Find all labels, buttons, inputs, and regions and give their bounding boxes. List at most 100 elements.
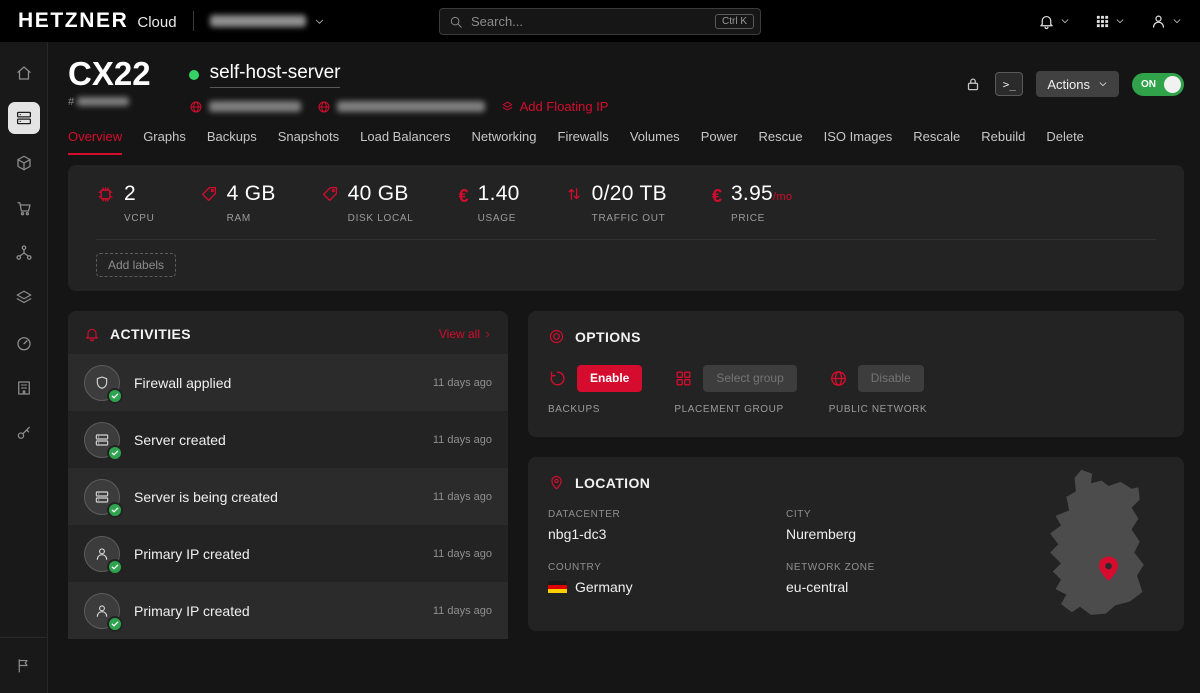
country-name: Germany — [575, 579, 633, 595]
germany-map — [1030, 467, 1168, 619]
servers-icon — [15, 109, 33, 127]
euro-icon: € — [459, 182, 469, 224]
option-label: PUBLIC NETWORK — [829, 404, 927, 415]
location-field-network-zone: NETWORK ZONE eu-central — [786, 562, 1024, 595]
ipv4-chunk — [189, 100, 301, 114]
field-label: COUNTRY — [548, 562, 786, 573]
sidebar-item-metrics[interactable] — [8, 327, 40, 359]
view-all-link[interactable]: View all — [439, 327, 492, 341]
tab-rescue[interactable]: Rescue — [759, 129, 803, 155]
actions-label: Actions — [1047, 77, 1090, 92]
ipv4-icon — [189, 100, 203, 114]
tab-load-balancers[interactable]: Load Balancers — [360, 129, 450, 155]
activity-avatar — [84, 365, 120, 401]
search-input[interactable] — [471, 14, 707, 29]
sidebar-item-support[interactable] — [8, 649, 40, 681]
option-label: PLACEMENT GROUP — [674, 404, 796, 415]
server-id: # — [68, 96, 151, 108]
search-shortcut-badge: Ctrl K — [715, 14, 754, 29]
stat-usage: € 1.40 USAGE — [459, 182, 520, 224]
tab-volumes[interactable]: Volumes — [630, 129, 680, 155]
server-controls: >_ Actions ON — [964, 57, 1184, 97]
field-value: eu-central — [786, 579, 1024, 595]
sidebar — [0, 42, 48, 693]
option-placement-group: Select group PLACEMENT GROUP — [674, 364, 796, 415]
search-box[interactable]: Ctrl K — [439, 8, 761, 35]
user-menu[interactable] — [1150, 13, 1182, 30]
project-selector[interactable] — [210, 15, 325, 27]
console-button[interactable]: >_ — [995, 72, 1023, 96]
stat-traffic: 0/20 TB TRAFFIC OUT — [565, 182, 667, 224]
hetzner-logo[interactable]: HETZNER Cloud — [18, 9, 177, 33]
chevron-down-icon — [314, 16, 325, 27]
activity-label: Server is being created — [134, 489, 278, 505]
tab-snapshots[interactable]: Snapshots — [278, 129, 339, 155]
notifications-menu[interactable] — [1038, 13, 1070, 30]
power-toggle-label: ON — [1141, 79, 1156, 90]
delete-protection-lock[interactable] — [964, 75, 982, 93]
power-toggle[interactable]: ON — [1132, 73, 1184, 96]
sidebar-item-servers[interactable] — [8, 102, 40, 134]
status-online-dot — [189, 70, 199, 80]
location-field-city: CITY Nuremberg — [786, 509, 1024, 542]
ipv6-icon — [317, 100, 331, 114]
field-label: NETWORK ZONE — [786, 562, 1024, 573]
tab-rescale[interactable]: Rescale — [913, 129, 960, 155]
actions-button[interactable]: Actions — [1036, 71, 1119, 97]
network-nodes-icon — [15, 244, 33, 262]
redacted-server-id — [77, 97, 129, 106]
redacted-ipv6 — [337, 101, 485, 112]
tab-backups[interactable]: Backups — [207, 129, 257, 155]
sidebar-item-security[interactable] — [8, 417, 40, 449]
disable-public-network-button[interactable]: Disable — [858, 365, 924, 392]
sidebar-bottom — [0, 637, 47, 693]
main-content: CX22 # self-host-server — [48, 42, 1200, 693]
tab-networking[interactable]: Networking — [471, 129, 536, 155]
sidebar-item-networks[interactable] — [8, 237, 40, 269]
stat-disk: 40 GB DISK LOCAL — [321, 182, 414, 224]
sidebar-item-home[interactable] — [8, 57, 40, 89]
tab-graphs[interactable]: Graphs — [143, 129, 186, 155]
euro-icon: € — [712, 182, 722, 224]
sidebar-item-volumes[interactable] — [8, 147, 40, 179]
cube-icon — [15, 154, 33, 172]
building-icon — [15, 379, 33, 397]
sidebar-item-load-balancers[interactable] — [8, 282, 40, 314]
tab-firewalls[interactable]: Firewalls — [558, 129, 609, 155]
activities-panel: ACTIVITIES View all Firewall applied 11 … — [68, 311, 508, 639]
cart-icon — [15, 199, 33, 217]
stat-label: USAGE — [478, 213, 520, 224]
product-text: Cloud — [137, 14, 176, 31]
key-icon — [15, 424, 33, 442]
activity-row: Firewall applied 11 days ago — [68, 354, 508, 411]
user-icon — [1150, 13, 1167, 30]
chevron-down-icon — [1098, 79, 1108, 89]
tab-rebuild[interactable]: Rebuild — [981, 129, 1025, 155]
sidebar-item-datacenters[interactable] — [8, 372, 40, 404]
price-suffix: /mo — [773, 191, 792, 203]
tab-power[interactable]: Power — [701, 129, 738, 155]
tab-overview[interactable]: Overview — [68, 129, 122, 155]
apps-menu[interactable] — [1095, 14, 1125, 29]
server-name[interactable]: self-host-server — [210, 62, 341, 88]
map-pin-icon — [548, 474, 565, 491]
sidebar-item-marketplace[interactable] — [8, 192, 40, 224]
enable-backups-button[interactable]: Enable — [577, 365, 642, 392]
server-type-block: CX22 # — [68, 57, 151, 108]
check-badge — [107, 559, 123, 575]
tab-iso-images[interactable]: ISO Images — [824, 129, 893, 155]
activity-avatar — [84, 422, 120, 458]
tab-delete[interactable]: Delete — [1046, 129, 1084, 155]
cpu-chip-icon — [96, 185, 115, 204]
activity-time: 11 days ago — [433, 377, 492, 389]
option-label: BACKUPS — [548, 404, 642, 415]
activities-title: ACTIVITIES — [110, 326, 191, 342]
add-floating-ip-link[interactable]: Add Floating IP — [501, 99, 609, 114]
activity-time: 11 days ago — [433, 548, 492, 560]
bell-icon — [1038, 13, 1055, 30]
toggle-knob — [1164, 76, 1181, 93]
select-group-button[interactable]: Select group — [703, 365, 796, 392]
add-labels-button[interactable]: Add labels — [96, 253, 176, 277]
location-title: LOCATION — [575, 475, 650, 491]
server-icon — [94, 432, 110, 448]
